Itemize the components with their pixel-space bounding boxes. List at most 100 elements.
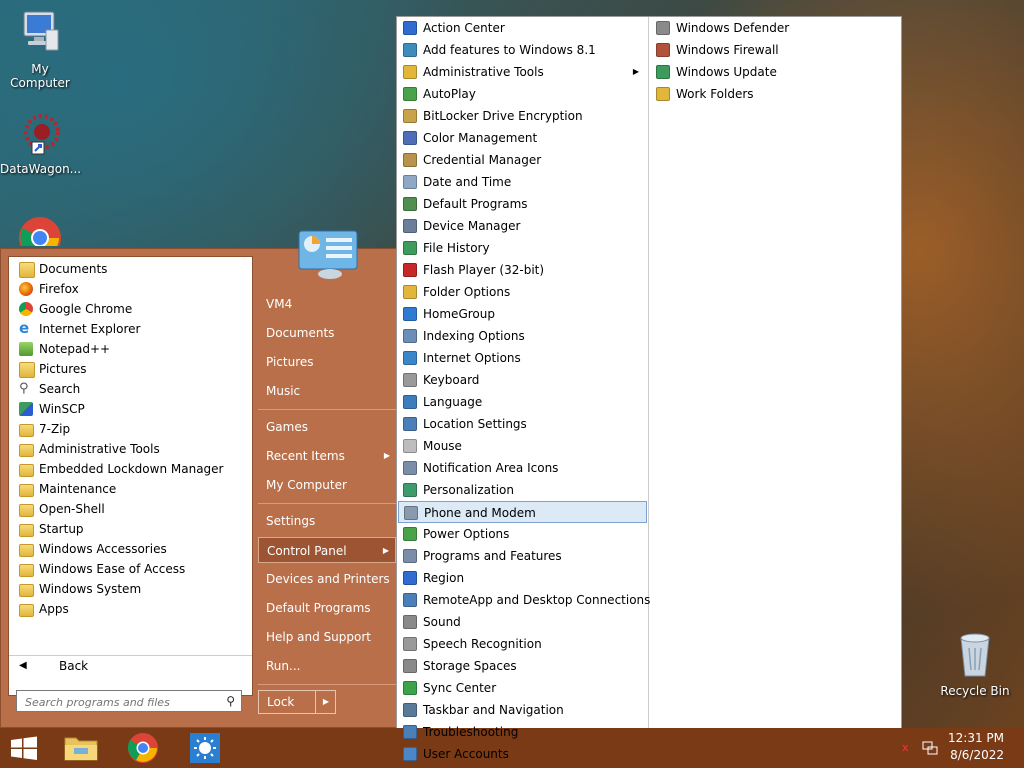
user-picture[interactable] <box>298 230 358 280</box>
right-item-label: Music <box>266 384 301 398</box>
desktop-icon-recycle-bin[interactable]: Recycle Bin <box>935 630 1015 698</box>
cp-item-programs-and-features[interactable]: Programs and Features <box>398 545 647 567</box>
search-icon[interactable]: ⚲ <box>226 694 235 708</box>
right-item-games[interactable]: Games <box>258 414 396 440</box>
cp-item-label: Speech Recognition <box>423 637 542 651</box>
cp-item-user-accounts[interactable]: User Accounts <box>398 743 647 765</box>
cp-item-color-management[interactable]: Color Management <box>398 127 647 149</box>
cp-item-sound[interactable]: Sound <box>398 611 647 633</box>
program-windows-ease-of-access[interactable]: Windows Ease of Access <box>9 559 252 579</box>
cp-item-region[interactable]: Region <box>398 567 647 589</box>
taskbar-file-explorer[interactable] <box>60 728 102 768</box>
program-windows-accessories[interactable]: Windows Accessories <box>9 539 252 559</box>
cp-item-internet-options[interactable]: Internet Options <box>398 347 647 369</box>
cp-item-indexing-options[interactable]: Indexing Options <box>398 325 647 347</box>
program-winscp[interactable]: WinSCP <box>9 399 252 419</box>
desktop-icon-label: Recycle Bin <box>940 684 1010 698</box>
right-item-my-computer[interactable]: My Computer <box>258 472 396 498</box>
desktop-icon-my-computer[interactable]: My Computer <box>0 10 80 90</box>
desktop-icon-datawagon[interactable]: DataWagon... <box>0 114 82 176</box>
taskbar-app[interactable] <box>184 728 226 768</box>
cp-item-mouse[interactable]: Mouse <box>398 435 647 457</box>
windows-defender-icon <box>656 21 670 35</box>
cp-item-troubleshooting[interactable]: Troubleshooting <box>398 721 647 743</box>
tray-overflow-icon[interactable]: x <box>902 740 909 754</box>
submenu-arrow-icon: ▶ <box>382 546 389 555</box>
bitlocker-drive-encryption-icon <box>403 109 417 123</box>
cp-item-bitlocker-drive-encryption[interactable]: BitLocker Drive Encryption <box>398 105 647 127</box>
program-pictures[interactable]: Pictures <box>9 359 252 379</box>
cp-item-flash-player-32-bit[interactable]: Flash Player (32-bit) <box>398 259 647 281</box>
right-item-run[interactable]: Run... <box>258 653 396 679</box>
clock[interactable]: 12:31 PM 8/6/2022 <box>934 730 1004 764</box>
cp-item-windows-update[interactable]: Windows Update <box>651 61 900 83</box>
cp-item-action-center[interactable]: Action Center <box>398 17 647 39</box>
program-7zip[interactable]: 7-Zip <box>9 419 252 439</box>
start-button[interactable] <box>0 728 48 768</box>
right-item-help-and-support[interactable]: Help and Support <box>258 624 396 650</box>
right-item-vm4[interactable]: VM4 <box>258 291 396 317</box>
cp-item-homegroup[interactable]: HomeGroup <box>398 303 647 325</box>
program-apps[interactable]: Apps <box>9 599 252 619</box>
lock-button[interactable]: Lock ▶ <box>258 690 336 714</box>
right-item-settings[interactable]: Settings <box>258 508 396 534</box>
right-item-devices-and-printers[interactable]: Devices and Printers <box>258 566 396 592</box>
cp-item-storage-spaces[interactable]: Storage Spaces <box>398 655 647 677</box>
taskbar-chrome[interactable] <box>122 728 164 768</box>
cp-item-default-programs[interactable]: Default Programs <box>398 193 647 215</box>
cp-item-personalization[interactable]: Personalization <box>398 479 647 501</box>
cp-item-power-options[interactable]: Power Options <box>398 523 647 545</box>
cp-item-folder-options[interactable]: Folder Options <box>398 281 647 303</box>
program-open-shell[interactable]: Open-Shell <box>9 499 252 519</box>
cp-item-windows-defender[interactable]: Windows Defender <box>651 17 900 39</box>
search-input[interactable] <box>23 692 217 712</box>
cp-item-sync-center[interactable]: Sync Center <box>398 677 647 699</box>
program-documents[interactable]: Documents <box>9 259 252 279</box>
program-administrative-tools[interactable]: Administrative Tools <box>9 439 252 459</box>
cp-item-work-folders[interactable]: Work Folders <box>651 83 900 105</box>
right-item-documents[interactable]: Documents <box>258 320 396 346</box>
credential-manager-icon <box>403 153 417 167</box>
program-maintenance[interactable]: Maintenance <box>9 479 252 499</box>
cp-item-phone-and-modem[interactable]: Phone and Modem <box>398 501 647 523</box>
desktop-icon-chrome[interactable] <box>0 216 80 246</box>
program-label: Documents <box>39 262 108 276</box>
cp-item-device-manager[interactable]: Device Manager <box>398 215 647 237</box>
program-internet-explorer[interactable]: e Internet Explorer <box>9 319 252 339</box>
cp-item-credential-manager[interactable]: Credential Manager <box>398 149 647 171</box>
program-google-chrome[interactable]: Google Chrome <box>9 299 252 319</box>
cp-item-administrative-tools[interactable]: Administrative Tools ▶ <box>398 61 647 83</box>
cp-item-keyboard[interactable]: Keyboard <box>398 369 647 391</box>
cp-item-location-settings[interactable]: Location Settings <box>398 413 647 435</box>
cp-item-windows-firewall[interactable]: Windows Firewall <box>651 39 900 61</box>
right-item-label: Help and Support <box>266 630 371 644</box>
cp-item-taskbar-and-navigation[interactable]: Taskbar and Navigation <box>398 699 647 721</box>
folder-icon <box>19 424 34 437</box>
submenu-arrow-icon: ▶ <box>632 67 639 76</box>
cp-item-file-history[interactable]: File History <box>398 237 647 259</box>
program-embedded-lockdown-manager[interactable]: Embedded Lockdown Manager <box>9 459 252 479</box>
right-item-default-programs[interactable]: Default Programs <box>258 595 396 621</box>
right-item-control-panel[interactable]: Control Panel ▶ <box>258 537 396 563</box>
program-firefox[interactable]: Firefox <box>9 279 252 299</box>
cp-item-add-features-to-windows-8-1[interactable]: Add features to Windows 8.1 <box>398 39 647 61</box>
cp-item-autoplay[interactable]: AutoPlay <box>398 83 647 105</box>
cp-item-date-and-time[interactable]: Date and Time <box>398 171 647 193</box>
cp-item-remoteapp-and-desktop-connections[interactable]: RemoteApp and Desktop Connections <box>398 589 650 611</box>
cp-item-label: Administrative Tools <box>423 65 544 79</box>
program-notepadpp[interactable]: Notepad++ <box>9 339 252 359</box>
right-item-music[interactable]: Music <box>258 378 396 404</box>
language-icon <box>403 395 417 409</box>
cp-item-speech-recognition[interactable]: Speech Recognition <box>398 633 647 655</box>
cp-item-notification-area-icons[interactable]: Notification Area Icons <box>398 457 647 479</box>
back-button[interactable]: ◀ Back <box>9 655 252 676</box>
program-startup[interactable]: Startup <box>9 519 252 539</box>
right-item-pictures[interactable]: Pictures <box>258 349 396 375</box>
program-search[interactable]: ⚲ Search <box>9 379 252 399</box>
programs-list: Documents Firefox Google Chrome e Intern… <box>8 256 253 696</box>
desktop-icon-label: DataWagon... <box>0 162 82 176</box>
lock-options-arrow-icon[interactable]: ▶ <box>315 691 336 713</box>
right-item-recent-items[interactable]: Recent Items ▶ <box>258 443 396 469</box>
cp-item-language[interactable]: Language <box>398 391 647 413</box>
program-windows-system[interactable]: Windows System <box>9 579 252 599</box>
